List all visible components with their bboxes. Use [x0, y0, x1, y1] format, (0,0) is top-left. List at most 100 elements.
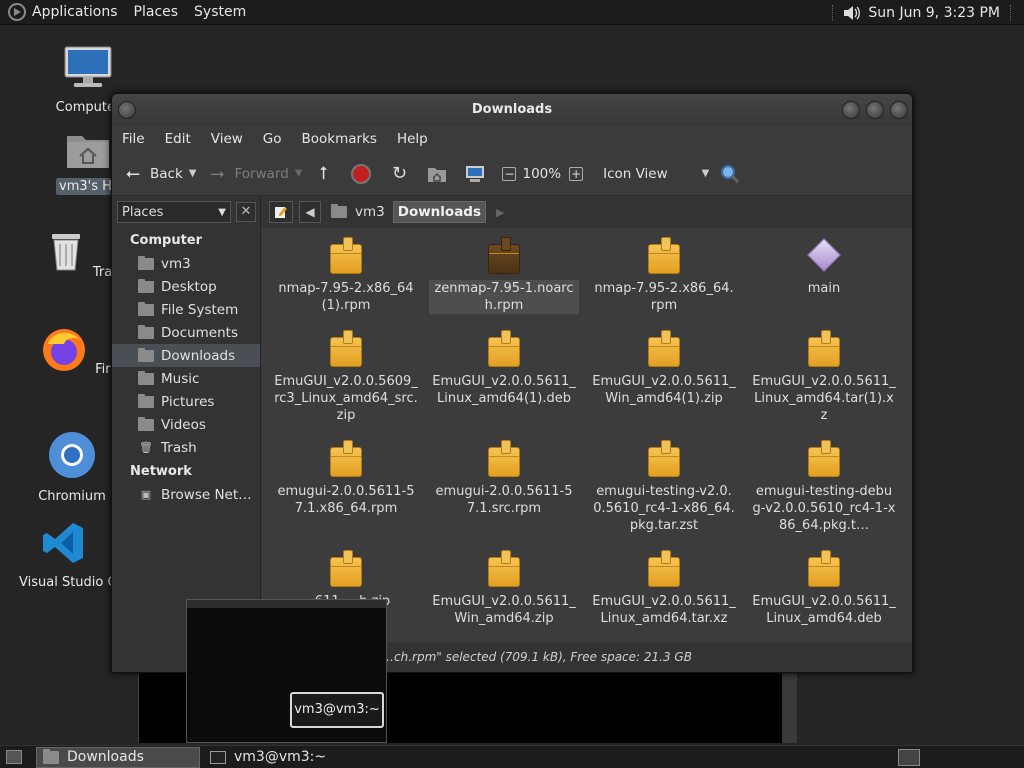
sidebar-item-documents[interactable]: Documents — [112, 321, 260, 344]
sidebar-item-music[interactable]: Music — [112, 367, 260, 390]
desktop-icon-chromium[interactable]: Chromium — [22, 430, 122, 505]
file-view[interactable]: ◀ vm3 Downloads ▶ nmap-7.95-2.x86_64(1).… — [261, 196, 912, 642]
close-button[interactable] — [890, 101, 908, 119]
folder-icon — [138, 278, 154, 293]
sidebar-item-browse-network[interactable]: ▣ Browse Net… — [112, 483, 260, 506]
places-sidebar: Places ▼ ✕ Computer vm3 Desktop File Sys… — [112, 196, 261, 642]
edit-location-button[interactable] — [269, 201, 293, 223]
file-item[interactable]: EmuGUI_v2.0.0.5609_rc3_Linux_amd64_src.z… — [271, 330, 421, 424]
menu-edit[interactable]: Edit — [165, 131, 191, 147]
zoom-in-icon[interactable]: + — [569, 166, 584, 181]
taskbar-item-terminal[interactable]: vm3@vm3:~ — [204, 747, 368, 768]
file-item[interactable]: EmuGUI_v2.0.0.5611_Linux_amd64(1).deb — [429, 330, 579, 407]
file-name: EmuGUI_v2.0.0.5611_Linux_amd64.tar.xz — [592, 594, 736, 626]
close-sidebar-button[interactable]: ✕ — [236, 202, 256, 222]
file-item[interactable]: emugui-2.0.0.5611-57.1.src.rpm — [429, 440, 579, 517]
file-name: EmuGUI_v2.0.0.5611_Linux_amd64.tar(1).xz — [752, 374, 896, 423]
sidebar-item-label: Videos — [161, 416, 206, 433]
view-mode-select[interactable]: Icon View ▼ — [603, 166, 709, 182]
search-button[interactable] — [719, 163, 747, 185]
taskbar-item-downloads[interactable]: Downloads — [36, 746, 200, 768]
maximize-button[interactable] — [866, 101, 884, 119]
breadcrumb-downloads[interactable]: Downloads — [392, 201, 487, 223]
menu-file[interactable]: File — [122, 131, 145, 147]
taskbar-item-label: Downloads — [67, 749, 144, 765]
path-scroll-right-icon[interactable]: ▶ — [496, 206, 504, 219]
back-history-dropdown-icon[interactable]: ▼ — [189, 168, 197, 179]
menu-system[interactable]: System — [194, 4, 246, 20]
drive-icon — [138, 301, 154, 316]
menu-go[interactable]: Go — [263, 131, 282, 147]
desktop-icon-vscode[interactable]: Visual Studio Code — [14, 520, 114, 595]
file-name: emugui-testing-v2.0.0.5610_rc4-1-x86_64.… — [593, 484, 735, 533]
applications-logo-icon[interactable] — [8, 3, 26, 21]
file-item[interactable]: EmuGUI_v2.0.0.5611_Linux_amd64.tar(1).xz — [749, 330, 899, 424]
edit-icon — [275, 207, 287, 218]
file-name: emugui-2.0.0.5611-57.1.src.rpm — [435, 484, 573, 516]
sidebar-item-vm3[interactable]: vm3 — [112, 252, 260, 275]
forward-button[interactable]: ⭢ Forward ▼ — [206, 163, 302, 185]
file-item[interactable]: main — [749, 238, 899, 297]
file-item[interactable]: emugui-2.0.0.5611-57.1.x86_64.rpm — [271, 440, 421, 517]
file-item[interactable]: EmuGUI_v2.0.0.5611_Win_amd64.zip — [429, 550, 579, 627]
taskbar-item-label: vm3@vm3:~ — [234, 749, 327, 765]
file-name: EmuGUI_v2.0.0.5611_Linux_amd64(1).deb — [432, 374, 576, 406]
firefox-icon — [42, 329, 85, 371]
file-item[interactable]: EmuGUI_v2.0.0.5611_Win_amd64(1).zip — [589, 330, 739, 407]
menu-view[interactable]: View — [211, 131, 243, 147]
breadcrumb-vm3[interactable]: vm3 — [327, 201, 389, 223]
file-item[interactable]: emugui-testing-v2.0.0.5610_rc4-1-x86_64.… — [589, 440, 739, 534]
menu-help[interactable]: Help — [397, 131, 428, 147]
file-item[interactable]: nmap-7.95-2.x86_64.rpm — [589, 237, 739, 314]
back-label: Back — [150, 165, 183, 182]
volume-icon[interactable] — [842, 4, 861, 22]
back-button[interactable]: ⭠ Back ▼ — [122, 163, 197, 185]
home-button[interactable] — [426, 163, 454, 185]
computer-button[interactable] — [464, 163, 492, 185]
folder-icon — [138, 324, 154, 339]
vscode-icon — [43, 523, 83, 563]
zoom-out-icon[interactable]: − — [502, 166, 517, 181]
sidebar-item-videos[interactable]: Videos — [112, 413, 260, 436]
file-item[interactable]: nmap-7.95-2.x86_64(1).rpm — [271, 237, 421, 314]
file-manager-window: Downloads File Edit View Go Bookmarks He… — [111, 93, 913, 673]
file-name: EmuGUI_v2.0.0.5611_Win_amd64(1).zip — [592, 374, 736, 406]
file-item[interactable]: emugui-testing-debug-v2.0.0.5610_rc4-1-x… — [749, 440, 899, 534]
sidebar-item-pictures[interactable]: Pictures — [112, 390, 260, 413]
menu-places[interactable]: Places — [134, 4, 179, 20]
back-arrow-icon: ⭠ — [125, 163, 141, 184]
menu-bookmarks[interactable]: Bookmarks — [302, 131, 377, 147]
file-name: EmuGUI_v2.0.0.5609_rc3_Linux_amd64_src.z… — [274, 374, 418, 423]
path-scroll-left-button[interactable]: ◀ — [299, 201, 321, 223]
package-icon — [807, 440, 841, 477]
menubar: File Edit View Go Bookmarks Help — [112, 126, 912, 152]
clock[interactable]: Sun Jun 9, 3:23 PM — [868, 5, 1000, 21]
sidebar-item-downloads[interactable]: Downloads — [112, 344, 260, 367]
sidebar-item-trash[interactable]: 🗑 Trash — [112, 436, 260, 459]
workspace-switcher-icon[interactable] — [898, 749, 920, 766]
show-desktop-icon[interactable] — [6, 750, 22, 764]
sidebar-item-label: File System — [161, 301, 239, 318]
window-titlebar[interactable]: Downloads — [112, 94, 912, 126]
reload-button[interactable]: ↻ — [388, 163, 416, 185]
up-button[interactable]: ⭡ — [312, 163, 340, 185]
stop-button[interactable] — [350, 163, 378, 185]
file-name: emugui-testing-debug-v2.0.0.5610_rc4-1-x… — [752, 484, 896, 533]
sidebar-item-label: Pictures — [161, 393, 215, 410]
window-menu-button[interactable] — [118, 101, 136, 119]
minimize-button[interactable] — [842, 101, 860, 119]
forward-history-dropdown-icon[interactable]: ▼ — [295, 168, 303, 179]
computer-icon — [466, 165, 485, 182]
sidebar-item-label: Music — [161, 370, 200, 387]
sidebar-item-desktop[interactable]: Desktop — [112, 275, 260, 298]
bottom-panel: Downloads vm3@vm3:~ — [0, 745, 1024, 768]
package-icon — [329, 237, 363, 274]
menu-applications[interactable]: Applications — [32, 4, 118, 20]
sidebar-type-select[interactable]: Places ▼ — [117, 201, 231, 223]
sidebar-item-file-system[interactable]: File System — [112, 298, 260, 321]
file-item[interactable]: EmuGUI_v2.0.0.5611_Linux_amd64.deb — [749, 550, 899, 627]
file-item[interactable]: EmuGUI_v2.0.0.5611_Linux_amd64.tar.xz — [589, 550, 739, 627]
file-item[interactable]: zenmap-7.95-1.noarch.rpm — [429, 237, 579, 314]
file-name: nmap-7.95-2.x86_64.rpm — [594, 281, 734, 313]
sidebar-item-label: Desktop — [161, 278, 217, 295]
